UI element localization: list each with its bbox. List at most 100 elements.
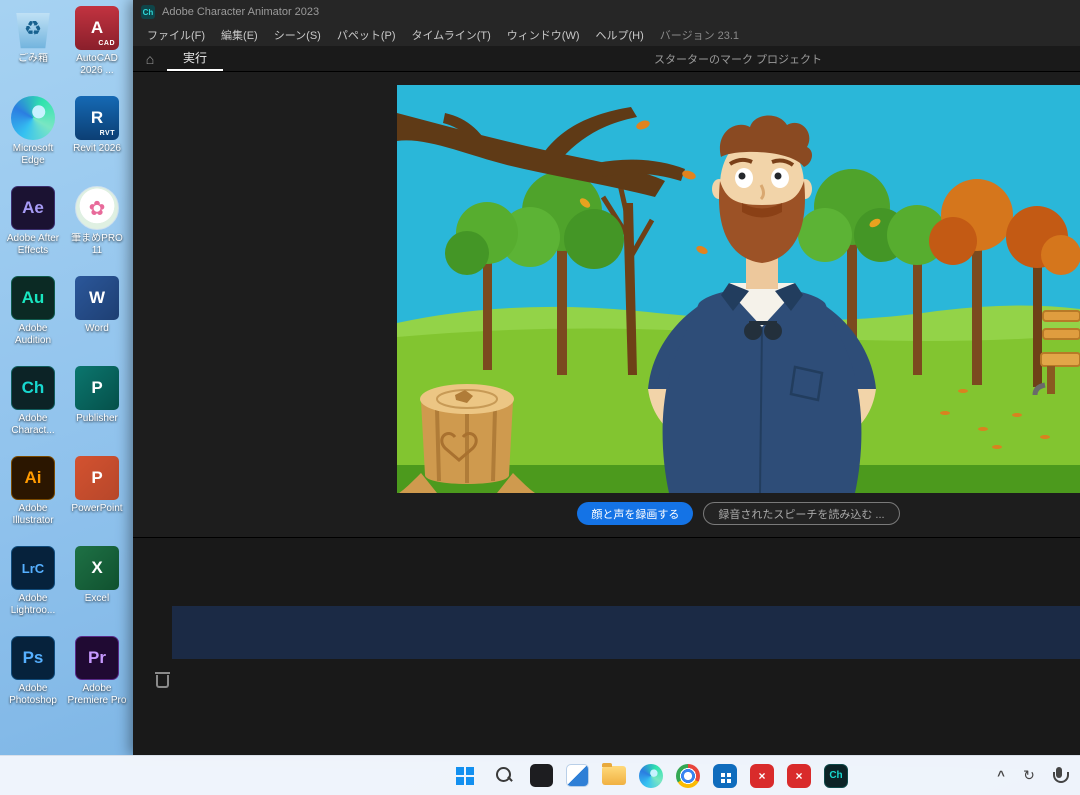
desktop-icon-glyph: Pr bbox=[88, 648, 106, 668]
window-content: 顔と声を録画する 録音されたスピーチを読み込む ... bbox=[133, 72, 1080, 755]
taskbar-taskview-button[interactable] bbox=[566, 764, 589, 787]
desktop-icon-powerpoint[interactable]: P PowerPoint bbox=[66, 456, 128, 532]
desktop-icon-glyph: X bbox=[91, 558, 102, 578]
menu-bar: ファイル(F) 編集(E) シーン(S) パペット(P) タイムライン(T) ウ… bbox=[133, 24, 1080, 46]
desktop-icon-image: A CAD bbox=[75, 6, 119, 50]
desktop-icon-image: Ai bbox=[11, 456, 55, 500]
desktop-icon-image: W bbox=[75, 276, 119, 320]
home-button[interactable]: ⌂ bbox=[133, 46, 167, 71]
taskbar-character-animator[interactable]: Ch bbox=[824, 764, 848, 788]
import-recorded-speech-button[interactable]: 録音されたスピーチを読み込む ... bbox=[703, 502, 899, 525]
desktop-icon-publisher[interactable]: P Publisher bbox=[66, 366, 128, 442]
desktop-icon-word[interactable]: W Word bbox=[66, 276, 128, 352]
desktop-icon-column-1: ♻ ごみ箱 Microsoft Edge Ae Adobe After Effe… bbox=[2, 6, 64, 712]
desktop-icon-microsoft-edge[interactable]: Microsoft Edge bbox=[2, 96, 64, 172]
taskbar-red-app-2[interactable]: × bbox=[787, 764, 811, 788]
taskbar-red-app-1[interactable]: × bbox=[750, 764, 774, 788]
scene-canvas bbox=[397, 85, 1080, 493]
desktop-icon-glyph: Au bbox=[22, 288, 45, 308]
desktop-icon-premiere-pro[interactable]: Pr Adobe Premiere Pro bbox=[66, 636, 128, 712]
windows-taskbar: × × Ch ^ ↻ bbox=[0, 755, 1080, 795]
desktop-icon-image: LrC bbox=[11, 546, 55, 590]
desktop-icon-image: ♻ bbox=[11, 6, 55, 50]
desktop-icon-audition[interactable]: Au Adobe Audition bbox=[2, 276, 64, 352]
menu-version[interactable]: バージョン 23.1 bbox=[652, 24, 747, 46]
desktop-icon-photoshop[interactable]: Ps Adobe Photoshop bbox=[2, 636, 64, 712]
desktop-icon-lightroom-classic[interactable]: LrC Adobe Lightroo... bbox=[2, 546, 64, 622]
record-face-voice-button[interactable]: 顔と声を録画する bbox=[577, 502, 693, 525]
taskbar-search-button[interactable] bbox=[491, 763, 517, 789]
desktop-icon-glyph: P bbox=[91, 378, 102, 398]
taskbar-mic-icon[interactable] bbox=[1048, 764, 1070, 788]
desktop-icon-label: 筆まめPRO 11 bbox=[65, 233, 129, 257]
desktop-icon-label: Adobe Premiere Pro bbox=[65, 683, 129, 707]
desktop-icon-glyph: Ai bbox=[25, 468, 42, 488]
home-icon: ⌂ bbox=[146, 51, 154, 67]
taskbar-tray-icons: ^ ↻ bbox=[992, 756, 1070, 795]
desktop-icon-label: ごみ箱 bbox=[1, 53, 65, 65]
desktop-icon-autocad[interactable]: A CAD AutoCAD 2026 ... bbox=[66, 6, 128, 82]
desktop-icon-image: Ps bbox=[11, 636, 55, 680]
taskbar-sync-icon[interactable]: ↻ bbox=[1020, 763, 1038, 789]
desktop-icon-label: Adobe Illustrator bbox=[1, 503, 65, 527]
desktop-icon-image: P bbox=[75, 366, 119, 410]
desktop-icon-label: Publisher bbox=[65, 413, 129, 425]
desktop-icon-after-effects[interactable]: Ae Adobe After Effects bbox=[2, 186, 64, 262]
desktop-icon-label: Microsoft Edge bbox=[1, 143, 65, 167]
app-icon: Ch bbox=[141, 5, 155, 19]
taskbar-file-explorer[interactable] bbox=[602, 766, 626, 785]
desktop-icon-image: P bbox=[75, 456, 119, 500]
desktop-icon-illustrator[interactable]: Ai Adobe Illustrator bbox=[2, 456, 64, 532]
desktop-icon-image: Au bbox=[11, 276, 55, 320]
menu-edit[interactable]: 編集(E) bbox=[213, 24, 266, 46]
desktop-icon-column-2: A CAD AutoCAD 2026 ... R RVT Revit 2026 … bbox=[66, 6, 128, 712]
desktop-icon-label: PowerPoint bbox=[65, 503, 129, 515]
desktop-icon-label: Adobe After Effects bbox=[1, 233, 65, 257]
menu-file[interactable]: ファイル(F) bbox=[139, 24, 213, 46]
menu-puppet[interactable]: パペット(P) bbox=[329, 24, 404, 46]
workspace-tab-bar: ⌂ 実行 スターターのマーク プロジェクト bbox=[133, 46, 1080, 72]
character-animator-window: Ch Adobe Character Animator 2023 ファイル(F)… bbox=[133, 0, 1080, 755]
menu-scene[interactable]: シーン(S) bbox=[266, 24, 329, 46]
desktop-icon-glyph: Ch bbox=[22, 378, 45, 398]
desktop-icon-label: Excel bbox=[65, 593, 129, 605]
taskbar-edge[interactable] bbox=[639, 764, 663, 788]
tab-run[interactable]: 実行 bbox=[167, 46, 223, 71]
desktop-icon-image: X bbox=[75, 546, 119, 590]
desktop-icon-label: Revit 2026 bbox=[65, 143, 129, 155]
desktop-icon-recycle-bin[interactable]: ♻ ごみ箱 bbox=[2, 6, 64, 82]
desktop-icon-glyph: Ae bbox=[22, 198, 44, 218]
window-titlebar[interactable]: Ch Adobe Character Animator 2023 bbox=[133, 0, 1080, 24]
taskbar-start-button[interactable] bbox=[452, 763, 478, 789]
project-title: スターターのマーク プロジェクト bbox=[654, 51, 822, 67]
timeline-track-bar[interactable] bbox=[172, 606, 1080, 659]
desktop-icon-glyph: LrC bbox=[22, 561, 44, 576]
desktop-icon-label: Adobe Photoshop bbox=[1, 683, 65, 707]
desktop-icon-excel[interactable]: X Excel bbox=[66, 546, 128, 622]
menu-help[interactable]: ヘルプ(H) bbox=[588, 24, 652, 46]
desktop-icon-image: ✿ bbox=[75, 186, 119, 230]
desktop-icon-glyph: ✿ bbox=[89, 196, 106, 221]
trash-icon[interactable] bbox=[155, 671, 170, 688]
window-title: Adobe Character Animator 2023 bbox=[162, 6, 319, 18]
desktop-icon-image bbox=[11, 96, 55, 140]
desktop-icon-glyph: P bbox=[91, 468, 102, 488]
menu-timeline[interactable]: タイムライン(T) bbox=[404, 24, 499, 46]
desktop-icon-image: Pr bbox=[75, 636, 119, 680]
taskbar-store[interactable] bbox=[713, 764, 737, 788]
menu-window[interactable]: ウィンドウ(W) bbox=[499, 24, 588, 46]
desktop-icon-glyph: ♻ bbox=[24, 16, 42, 41]
taskbar-center-icons: × × Ch bbox=[452, 756, 848, 795]
desktop-icon-character-animator[interactable]: Ch Adobe Charact... bbox=[2, 366, 64, 442]
desktop-icon-fudemame[interactable]: ✿ 筆まめPRO 11 bbox=[66, 186, 128, 262]
scene-viewport[interactable] bbox=[397, 85, 1080, 493]
desktop-icon-label: Adobe Charact... bbox=[1, 413, 65, 437]
scene-action-buttons: 顔と声を録画する 録音されたスピーチを読み込む ... bbox=[397, 502, 1080, 525]
taskbar-tray-chevron-icon[interactable]: ^ bbox=[992, 763, 1010, 789]
desktop-icon-glyph: W bbox=[89, 288, 105, 308]
taskbar-device-app[interactable] bbox=[530, 764, 553, 787]
desktop-icon-subtext: RVT bbox=[100, 130, 115, 137]
desktop-icon-label: Word bbox=[65, 323, 129, 335]
desktop-icon-revit[interactable]: R RVT Revit 2026 bbox=[66, 96, 128, 172]
taskbar-chrome[interactable] bbox=[676, 764, 700, 788]
